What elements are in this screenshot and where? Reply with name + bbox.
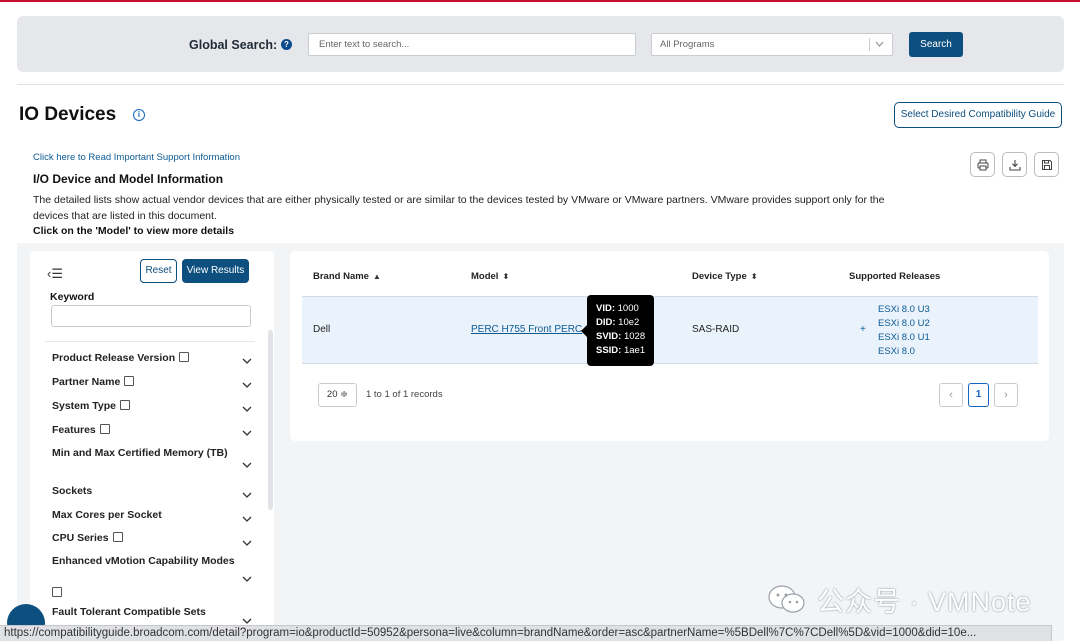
sort-icon[interactable]: ⬍: [502, 272, 509, 281]
filter-checkbox[interactable]: [112, 532, 123, 542]
filter-sockets[interactable]: Sockets: [52, 484, 92, 500]
column-label: Model: [471, 271, 499, 282]
filter-divider: [45, 341, 255, 342]
filter-label: Features: [52, 424, 96, 436]
filter-label: Min and Max Certified Memory (TB): [52, 447, 228, 459]
next-page-button[interactable]: ›: [994, 383, 1018, 407]
keyword-input[interactable]: [51, 305, 251, 327]
filter-label: Max Cores per Socket: [52, 509, 162, 521]
reset-button[interactable]: Reset: [140, 259, 177, 283]
prev-page-button[interactable]: ‹: [939, 383, 963, 407]
filter-label: Enhanced vMotion Capability Modes: [52, 555, 235, 567]
cell-brand: Dell: [313, 324, 331, 335]
column-header-device-type[interactable]: Device Type ⬍: [692, 271, 757, 282]
info-icon[interactable]: i: [133, 109, 145, 121]
download-icon: [1009, 160, 1021, 171]
column-header-brand-name[interactable]: Brand Name ▲: [313, 271, 381, 282]
filter-scrollbar[interactable]: [268, 330, 273, 510]
wechat-logo-icon: [768, 585, 805, 613]
support-info-link[interactable]: Click here to Read Important Support Inf…: [33, 152, 240, 163]
print-icon: [977, 159, 989, 171]
current-page-button[interactable]: 1: [968, 383, 989, 407]
model-link[interactable]: PERC H755 Front PERC: [471, 324, 582, 335]
filter-max-cores-per-socket[interactable]: Max Cores per Socket: [52, 508, 162, 524]
filter-system-type[interactable]: System Type: [52, 399, 130, 415]
sort-icon[interactable]: ⬍: [751, 272, 758, 281]
filter-evc-modes[interactable]: Enhanced vMotion Capability Modes: [52, 554, 237, 570]
release-item: ESXi 8.0 U2: [878, 318, 930, 329]
chevron-down-icon[interactable]: [241, 490, 253, 500]
select-compatibility-guide-button[interactable]: Select Desired Compatibility Guide: [894, 102, 1062, 128]
program-select-value: All Programs: [660, 39, 715, 50]
filter-label: System Type: [52, 400, 116, 412]
release-item: ESXi 8.0 U3: [878, 304, 930, 315]
view-results-button[interactable]: View Results: [182, 259, 249, 283]
release-item: ESXi 8.0 U1: [878, 332, 930, 343]
keyword-label: Keyword: [50, 291, 95, 303]
global-search-input[interactable]: [308, 33, 636, 56]
release-item: ESXi 8.0: [878, 346, 915, 357]
column-label: Brand Name: [313, 271, 369, 282]
chevron-down-icon[interactable]: [241, 460, 253, 470]
page-title: IO Devices: [19, 104, 117, 125]
watermark-text: 公众号 · VMNote: [817, 587, 1032, 617]
chevron-down-icon[interactable]: [241, 380, 253, 390]
filter-product-release-version[interactable]: Product Release Version: [52, 351, 190, 367]
filter-checkbox[interactable]: [120, 400, 130, 410]
filter-features[interactable]: Features: [52, 423, 110, 439]
tooltip-ssid: SSID: 1ae1: [596, 345, 646, 356]
column-header-model[interactable]: Model ⬍: [471, 271, 509, 282]
filter-checkbox[interactable]: [179, 352, 190, 362]
download-button[interactable]: [1002, 152, 1027, 177]
description-text: The detailed lists show actual vendor de…: [33, 194, 885, 222]
chevron-down-icon[interactable]: [241, 356, 253, 366]
column-label: Supported Releases: [849, 271, 941, 282]
filter-fault-tolerant-sets[interactable]: Fault Tolerant Compatible Sets: [52, 605, 206, 621]
filter-partner-name[interactable]: Partner Name: [52, 375, 135, 391]
filter-label: Fault Tolerant Compatible Sets: [52, 606, 206, 618]
expand-releases-icon[interactable]: +: [860, 324, 866, 335]
print-button[interactable]: [970, 152, 995, 177]
chevron-down-icon[interactable]: [241, 514, 253, 524]
filter-label: CPU Series: [52, 532, 109, 544]
header-divider: [17, 84, 1064, 85]
collapse-filters-icon[interactable]: ‹☰: [47, 266, 63, 282]
chevron-down-icon[interactable]: [241, 404, 253, 414]
chevron-down-icon[interactable]: [241, 428, 253, 438]
filter-label: Sockets: [52, 485, 93, 497]
column-header-supported-releases: Supported Releases: [849, 271, 940, 282]
filter-checkbox[interactable]: [124, 376, 135, 386]
filter-label: Partner Name: [52, 376, 121, 388]
chevron-down-icon[interactable]: [241, 574, 253, 584]
cell-device-type: SAS-RAID: [692, 324, 740, 335]
filter-label: Product Release Version: [52, 352, 176, 364]
help-icon[interactable]: ?: [281, 39, 292, 50]
chevron-down-icon: [875, 34, 884, 63]
save-icon: [1042, 160, 1052, 170]
model-tooltip: VID: 1000 DID: 10e2 SVID: 1028 SSID: 1ae…: [581, 295, 654, 366]
filter-cpu-series[interactable]: CPU Series: [52, 531, 123, 547]
global-search-label: Global Search:: [189, 38, 278, 52]
search-button[interactable]: Search: [909, 32, 963, 57]
select-separator: [869, 38, 870, 51]
filter-certified-memory[interactable]: Min and Max Certified Memory (TB): [52, 446, 237, 462]
tooltip-vid: VID: 1000: [596, 303, 639, 314]
filter-checkbox[interactable]: [99, 424, 110, 434]
program-select[interactable]: All Programs: [651, 33, 893, 56]
tooltip-did: DID: 10e2: [596, 317, 640, 328]
save-button[interactable]: [1034, 152, 1059, 177]
status-bar-url: https://compatibilityguide.broadcom.com/…: [0, 625, 1052, 641]
column-label: Device Type: [692, 271, 747, 282]
top-accent-line: [0, 0, 1080, 2]
filter-checkbox[interactable]: [52, 587, 62, 597]
chevron-down-icon[interactable]: [241, 538, 253, 548]
sort-asc-icon[interactable]: ▲: [373, 272, 381, 281]
click-model-note: Click on the 'Model' to view more detail…: [33, 225, 235, 237]
tooltip-svid: SVID: 1028: [596, 331, 646, 342]
global-search-bar: Global Search: ? All Programs Search: [17, 16, 1064, 72]
page-size-select[interactable]: 20 ≑: [318, 383, 357, 407]
records-count: 1 to 1 of 1 records: [366, 389, 443, 400]
section-title: I/O Device and Model Information: [33, 172, 224, 186]
